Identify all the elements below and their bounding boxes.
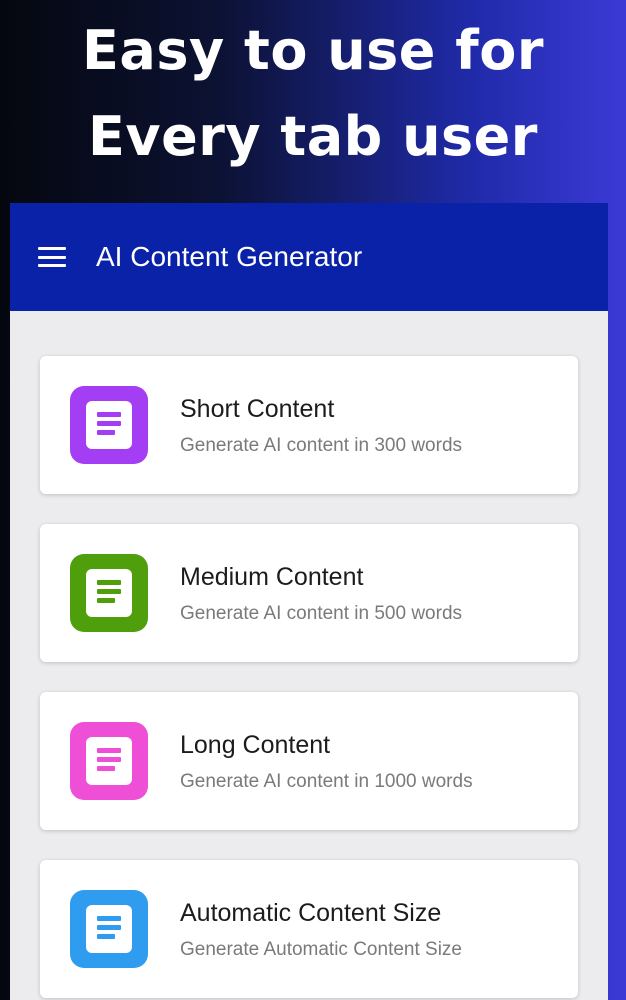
card-title: Automatic Content Size <box>180 899 442 927</box>
card-title: Short Content <box>180 395 335 423</box>
document-icon <box>86 401 132 449</box>
long-content-icon-tile <box>70 722 148 800</box>
medium-content-icon-tile <box>70 554 148 632</box>
card-subtitle: Generate AI content in 500 words <box>180 603 463 624</box>
card-text: Short Content Generate AI content in 300… <box>180 393 462 457</box>
promo-heading: Easy to use for Every tab user <box>0 8 626 180</box>
automatic-content-size-card[interactable]: Automatic Content Size Generate Automati… <box>40 860 578 998</box>
document-icon <box>86 569 132 617</box>
medium-content-card[interactable]: Medium Content Generate AI content in 50… <box>40 524 578 662</box>
card-subtitle: Generate Automatic Content Size <box>180 939 462 960</box>
app-bar: AI Content Generator <box>10 203 608 311</box>
card-text: Medium Content Generate AI content in 50… <box>180 561 462 625</box>
short-content-icon-tile <box>70 386 148 464</box>
card-text: Long Content Generate AI content in 1000… <box>180 729 473 793</box>
app-screen: AI Content Generator Short Content Gener… <box>10 203 608 1000</box>
content-type-list: Short Content Generate AI content in 300… <box>10 311 608 998</box>
long-content-card[interactable]: Long Content Generate AI content in 1000… <box>40 692 578 830</box>
card-title: Medium Content <box>180 563 364 591</box>
card-title: Long Content <box>180 731 331 759</box>
short-content-card[interactable]: Short Content Generate AI content in 300… <box>40 356 578 494</box>
hamburger-menu-icon[interactable] <box>38 247 66 267</box>
app-title: AI Content Generator <box>96 241 363 272</box>
document-icon <box>86 905 132 953</box>
card-subtitle: Generate AI content in 1000 words <box>180 771 473 792</box>
automatic-content-icon-tile <box>70 890 148 968</box>
promo-heading-line1: Easy to use for <box>82 19 544 82</box>
document-icon <box>86 737 132 785</box>
promo-heading-line2: Every tab user <box>88 105 538 168</box>
card-text: Automatic Content Size Generate Automati… <box>180 897 462 961</box>
card-subtitle: Generate AI content in 300 words <box>180 435 463 456</box>
